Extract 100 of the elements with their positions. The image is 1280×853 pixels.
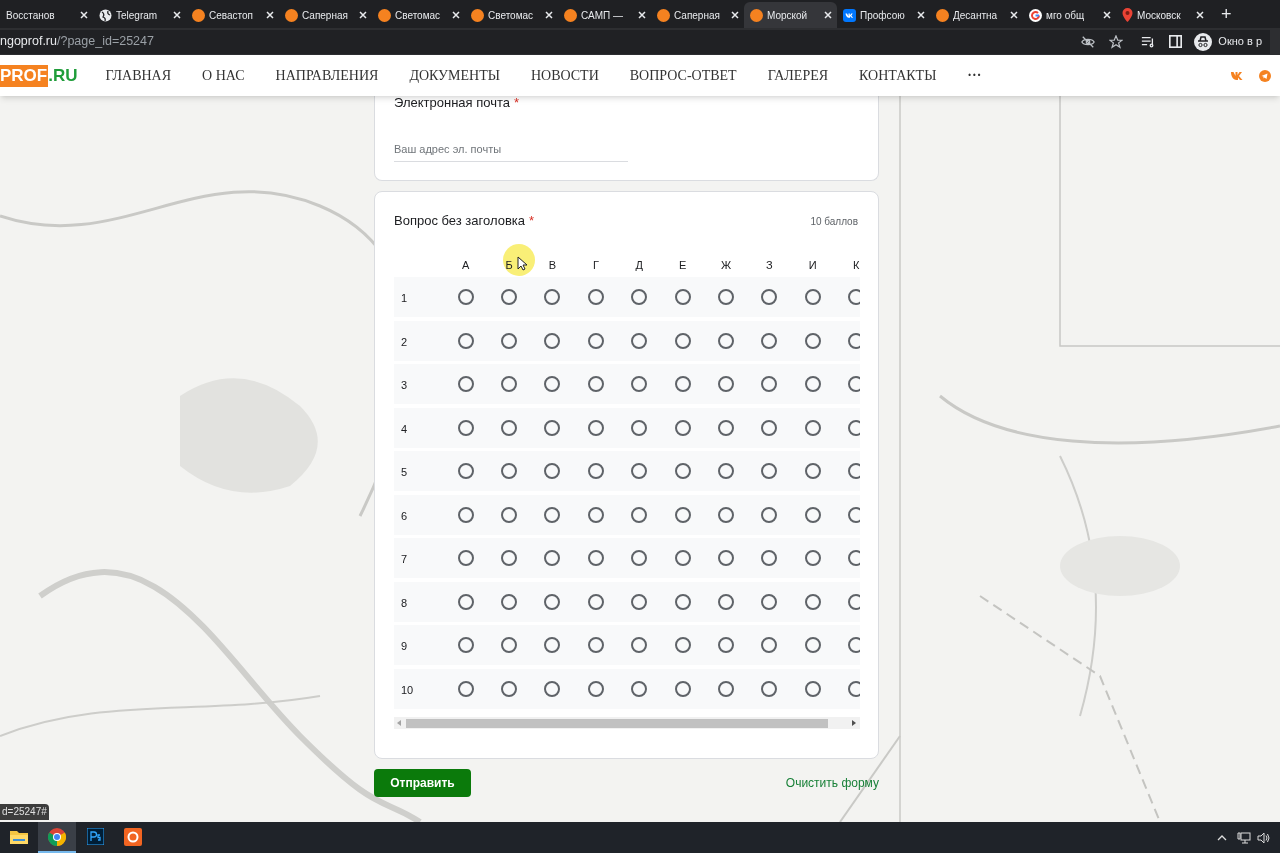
eye-off-icon[interactable]: [1081, 34, 1096, 49]
side-panel-icon[interactable]: [1169, 35, 1183, 48]
radio-button[interactable]: [587, 637, 604, 653]
radio-button[interactable]: [674, 289, 691, 305]
radio-button[interactable]: [587, 289, 604, 305]
radio-button[interactable]: [804, 593, 821, 610]
radio-button[interactable]: [501, 289, 518, 305]
taskbar-app[interactable]: [38, 822, 76, 853]
radio-button[interactable]: [718, 680, 735, 697]
vk-icon[interactable]: [1231, 71, 1243, 80]
radio-button[interactable]: [761, 419, 778, 436]
radio-button[interactable]: [761, 637, 778, 653]
radio-button[interactable]: [631, 637, 648, 653]
radio-button[interactable]: [544, 463, 561, 479]
radio-button[interactable]: [631, 289, 648, 305]
radio-button[interactable]: [848, 680, 860, 697]
radio-button[interactable]: [501, 550, 518, 566]
incognito-icon[interactable]: [1194, 32, 1213, 51]
radio-button[interactable]: [631, 419, 648, 436]
radio-button[interactable]: [761, 680, 778, 697]
radio-button[interactable]: [544, 593, 561, 610]
nav-link[interactable]: ВОПРОС-ОТВЕТ: [629, 65, 737, 86]
radio-button[interactable]: [631, 593, 648, 610]
radio-button[interactable]: [501, 593, 518, 610]
browser-tab[interactable]: Светомас: [372, 2, 465, 28]
radio-button[interactable]: [718, 332, 735, 349]
radio-button[interactable]: [848, 332, 860, 349]
new-tab-button[interactable]: +: [1221, 0, 1232, 28]
radio-button[interactable]: [804, 506, 821, 523]
close-icon[interactable]: [359, 11, 367, 19]
radio-button[interactable]: [587, 463, 604, 479]
nav-link[interactable]: О НАС: [202, 65, 245, 86]
radio-button[interactable]: [544, 637, 561, 653]
radio-button[interactable]: [804, 550, 821, 566]
chevron-up-icon[interactable]: [1217, 834, 1227, 841]
close-icon[interactable]: [173, 11, 181, 19]
nav-link[interactable]: НОВОСТИ: [530, 65, 599, 86]
radio-button[interactable]: [674, 593, 691, 610]
scroll-right-icon[interactable]: [851, 720, 857, 726]
browser-tab[interactable]: Telegram: [93, 2, 186, 28]
radio-button[interactable]: [501, 419, 518, 436]
radio-button[interactable]: [718, 593, 735, 610]
radio-button[interactable]: [457, 419, 474, 436]
radio-button[interactable]: [544, 289, 561, 305]
radio-button[interactable]: [631, 506, 648, 523]
radio-button[interactable]: [718, 506, 735, 523]
radio-button[interactable]: [848, 637, 860, 653]
radio-button[interactable]: [718, 637, 735, 653]
radio-button[interactable]: [587, 593, 604, 610]
radio-button[interactable]: [544, 680, 561, 697]
radio-button[interactable]: [674, 637, 691, 653]
radio-button[interactable]: [457, 289, 474, 305]
radio-button[interactable]: [761, 289, 778, 305]
radio-button[interactable]: [501, 376, 518, 392]
browser-tab[interactable]: мго общ: [1023, 2, 1116, 28]
radio-button[interactable]: [587, 376, 604, 392]
browser-tab[interactable]: Севастоп: [186, 2, 279, 28]
close-icon[interactable]: [1010, 11, 1018, 19]
radio-button[interactable]: [457, 332, 474, 349]
radio-button[interactable]: [544, 332, 561, 349]
radio-button[interactable]: [848, 593, 860, 610]
browser-tab[interactable]: Саперная: [651, 2, 744, 28]
address-bar[interactable]: ngoprof.ru/?page_id=25247 Окно в р: [0, 29, 1270, 54]
star-icon[interactable]: [1109, 34, 1124, 49]
close-icon[interactable]: [731, 11, 739, 19]
radio-button[interactable]: [631, 680, 648, 697]
radio-button[interactable]: [587, 550, 604, 566]
scrollbar-thumb[interactable]: [406, 718, 828, 728]
radio-button[interactable]: [674, 463, 691, 479]
nav-link[interactable]: НАПРАВЛЕНИЯ: [275, 65, 379, 86]
radio-button[interactable]: [848, 376, 860, 392]
profile-label[interactable]: Окно в р: [1218, 33, 1262, 50]
email-field[interactable]: Ваш адрес эл. почты: [394, 141, 628, 162]
radio-button[interactable]: [674, 332, 691, 349]
radio-button[interactable]: [501, 680, 518, 697]
clear-form-link[interactable]: Очистить форму: [785, 774, 879, 792]
nav-link[interactable]: КОНТАКТЫ: [859, 65, 937, 86]
close-icon[interactable]: [452, 11, 460, 19]
radio-button[interactable]: [718, 463, 735, 479]
radio-button[interactable]: [501, 637, 518, 653]
close-icon[interactable]: [1103, 11, 1111, 19]
radio-button[interactable]: [457, 463, 474, 479]
radio-button[interactable]: [501, 463, 518, 479]
radio-button[interactable]: [674, 376, 691, 392]
radio-button[interactable]: [587, 332, 604, 349]
speaker-icon[interactable]: [1257, 831, 1270, 844]
radio-button[interactable]: [848, 463, 860, 479]
radio-button[interactable]: [544, 506, 561, 523]
radio-button[interactable]: [457, 376, 474, 392]
radio-button[interactable]: [804, 419, 821, 436]
radio-button[interactable]: [674, 550, 691, 566]
radio-button[interactable]: [848, 550, 860, 566]
radio-button[interactable]: [761, 593, 778, 610]
radio-button[interactable]: [674, 680, 691, 697]
browser-tab[interactable]: Восстанов: [0, 2, 93, 28]
submit-button[interactable]: Отправить: [374, 769, 471, 797]
radio-button[interactable]: [804, 637, 821, 653]
radio-button[interactable]: [848, 419, 860, 436]
network-icon[interactable]: [1237, 831, 1251, 844]
radio-button[interactable]: [457, 593, 474, 610]
